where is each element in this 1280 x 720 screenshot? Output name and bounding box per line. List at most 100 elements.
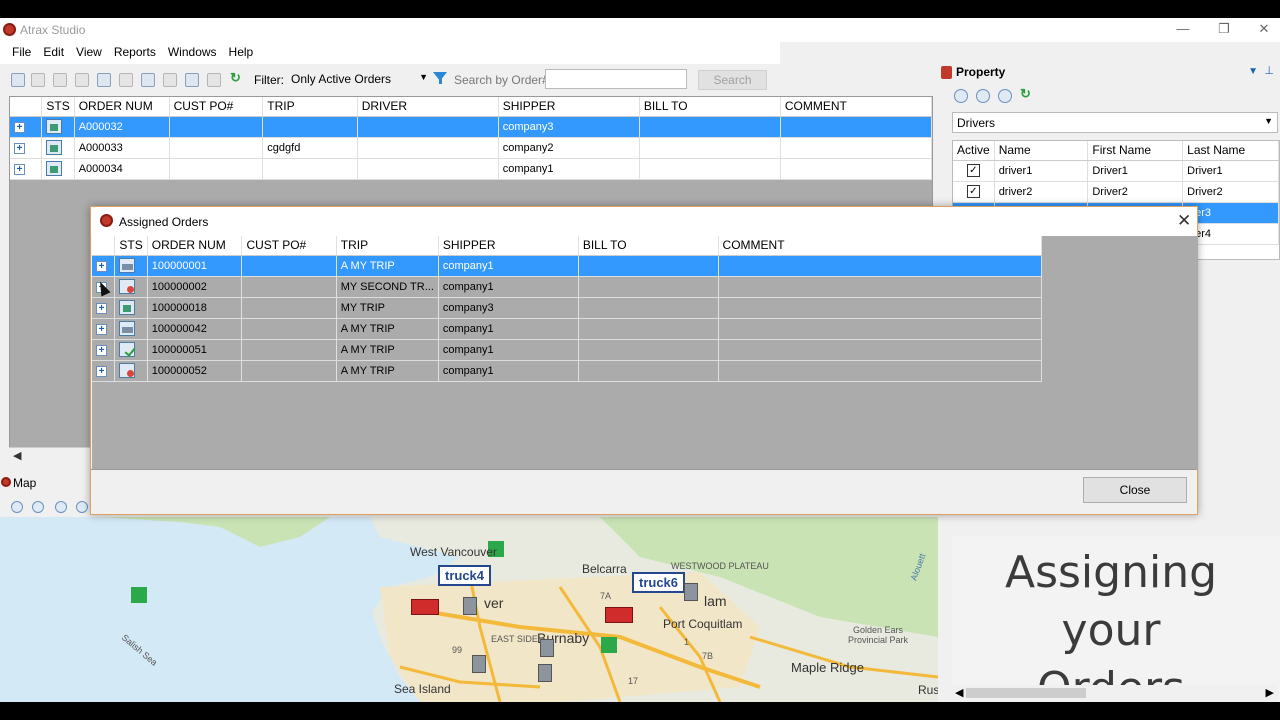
cell-order-num[interactable]: 100000018 <box>147 297 243 319</box>
cell-trip[interactable] <box>262 158 358 180</box>
order-location-icon[interactable] <box>684 583 698 601</box>
table-row[interactable]: + 100000051 A MY TRIP company1 <box>92 339 1043 361</box>
property-type-dropdown[interactable]: Drivers ▼ <box>952 112 1278 133</box>
cell-bill-to[interactable] <box>578 339 719 361</box>
cell-comment[interactable] <box>718 255 1043 277</box>
table-row[interactable]: + 100000002 MY SECOND TR... company1 <box>92 276 1043 298</box>
cell-comment[interactable] <box>718 339 1043 361</box>
menu-file[interactable]: File <box>6 42 37 59</box>
zoom-in-icon[interactable] <box>11 501 23 513</box>
cell-shipper[interactable]: company1 <box>498 158 640 180</box>
cell-comment[interactable] <box>780 116 933 138</box>
col-bill-to[interactable]: BILL TO <box>578 236 719 256</box>
cell-shipper[interactable]: company1 <box>438 276 579 298</box>
close-window-button[interactable]: ✕ <box>1254 21 1274 39</box>
menu-view[interactable]: View <box>70 42 108 59</box>
property-horizontal-scrollbar[interactable]: ◀ ▶ <box>952 685 1278 702</box>
truck-icon[interactable] <box>411 599 439 615</box>
table-row[interactable]: + 100000042 A MY TRIP company1 <box>92 318 1043 340</box>
report-icon[interactable] <box>185 73 199 87</box>
cell-shipper[interactable]: company1 <box>438 360 579 382</box>
new-order-icon[interactable] <box>11 73 25 87</box>
close-icon[interactable]: ✕ <box>1177 211 1191 231</box>
cell-order-num[interactable]: A000034 <box>74 158 170 180</box>
show-drivers-icon[interactable] <box>55 501 67 513</box>
row-expander[interactable]: + <box>10 116 43 138</box>
edit-driver-icon[interactable] <box>976 89 990 103</box>
cell-cust-po[interactable] <box>169 137 264 159</box>
row-expander[interactable]: + <box>92 255 116 277</box>
expand-plus-icon[interactable]: + <box>96 344 107 356</box>
expand-plus-icon[interactable]: + <box>96 260 107 272</box>
col-order-num[interactable]: ORDER NUM <box>74 97 170 117</box>
cell-cust-po[interactable] <box>241 339 337 361</box>
panel-menu-icon[interactable]: ▼ <box>1248 66 1258 77</box>
col-last-name[interactable]: Last Name <box>1182 141 1279 161</box>
unassign-order-icon[interactable] <box>119 73 133 87</box>
cell-shipper[interactable]: company1 <box>438 318 579 340</box>
table-row[interactable]: + A000032 company3 <box>10 116 933 138</box>
cell-cust-po[interactable] <box>241 318 337 340</box>
row-expander[interactable]: + <box>10 158 43 180</box>
expand-plus-icon[interactable]: + <box>14 142 25 154</box>
cell-order-num[interactable]: 100000001 <box>147 255 243 277</box>
cell-bill-to[interactable] <box>578 318 719 340</box>
col-first-name[interactable]: First Name <box>1087 141 1184 161</box>
menu-edit[interactable]: Edit <box>37 42 70 59</box>
cell-shipper[interactable]: company1 <box>438 339 579 361</box>
expand-plus-icon[interactable]: + <box>96 323 107 335</box>
cell-cust-po[interactable] <box>241 360 337 382</box>
cell-trip[interactable]: A MY TRIP <box>336 318 439 340</box>
cell-shipper[interactable]: company3 <box>498 116 640 138</box>
table-row[interactable]: + 100000052 A MY TRIP company1 <box>92 360 1043 382</box>
table-row[interactable]: + 100000001 A MY TRIP company1 <box>92 255 1043 277</box>
active-checkbox-cell[interactable]: ✓ <box>953 160 995 182</box>
assign-order-icon[interactable] <box>97 73 111 87</box>
delete-order-icon[interactable] <box>75 73 89 87</box>
cell-comment[interactable] <box>718 318 1043 340</box>
cell-driver[interactable] <box>357 137 499 159</box>
cell-comment[interactable] <box>780 158 933 180</box>
cell-trip[interactable] <box>262 116 358 138</box>
cell-first-name[interactable]: Driver1 <box>1087 160 1184 182</box>
filter-dropdown[interactable]: Only Active Orders ▼ <box>288 70 430 90</box>
cell-comment[interactable] <box>718 360 1043 382</box>
cell-trip[interactable]: MY SECOND TR... <box>336 276 439 298</box>
row-expander[interactable]: + <box>92 360 116 382</box>
cell-cust-po[interactable] <box>241 297 337 319</box>
cell-order-num[interactable]: 100000052 <box>147 360 243 382</box>
expand-plus-icon[interactable]: + <box>96 365 107 377</box>
cell-first-name[interactable]: Driver2 <box>1087 181 1184 203</box>
cell-comment[interactable] <box>780 137 933 159</box>
scroll-left-icon[interactable]: ◀ <box>955 686 963 699</box>
cell-trip[interactable]: MY TRIP <box>336 297 439 319</box>
col-comment[interactable]: COMMENT <box>718 236 1043 256</box>
active-checkbox-cell[interactable]: ✓ <box>953 181 995 203</box>
col-bill-to[interactable]: BILL TO <box>639 97 781 117</box>
row-expander[interactable]: + <box>92 339 116 361</box>
col-sts[interactable]: STS <box>114 236 148 256</box>
row-expander[interactable]: + <box>92 318 116 340</box>
col-shipper[interactable]: SHIPPER <box>498 97 640 117</box>
order-location-icon[interactable] <box>540 639 554 657</box>
truck-label[interactable]: truck6 <box>632 572 686 593</box>
cell-cust-po[interactable] <box>169 116 264 138</box>
cell-shipper[interactable]: company1 <box>438 255 579 277</box>
list-item[interactable]: ✓ driver2 Driver2 Driver2 <box>953 181 1279 203</box>
print-icon[interactable] <box>207 73 221 87</box>
table-row[interactable]: + A000034 company1 <box>10 158 933 180</box>
cell-bill-to[interactable] <box>639 137 781 159</box>
pin-icon[interactable]: ⊥ <box>1264 64 1274 77</box>
expand-plus-icon[interactable]: + <box>14 121 25 133</box>
table-row[interactable]: + 100000018 MY TRIP company3 <box>92 297 1043 319</box>
cell-bill-to[interactable] <box>578 297 719 319</box>
table-row[interactable]: + A000033 cgdgfd company2 <box>10 137 933 159</box>
row-expander[interactable]: + <box>10 137 43 159</box>
row-expander[interactable]: + <box>92 297 116 319</box>
refresh-icon[interactable]: ↻ <box>1020 86 1034 101</box>
col-cust-po[interactable]: CUST PO# <box>169 97 264 117</box>
col-trip[interactable]: TRIP <box>262 97 358 117</box>
cell-order-num[interactable]: 100000051 <box>147 339 243 361</box>
cell-order-num[interactable]: 100000002 <box>147 276 243 298</box>
cell-last-name[interactable]: Driver2 <box>1182 181 1279 203</box>
